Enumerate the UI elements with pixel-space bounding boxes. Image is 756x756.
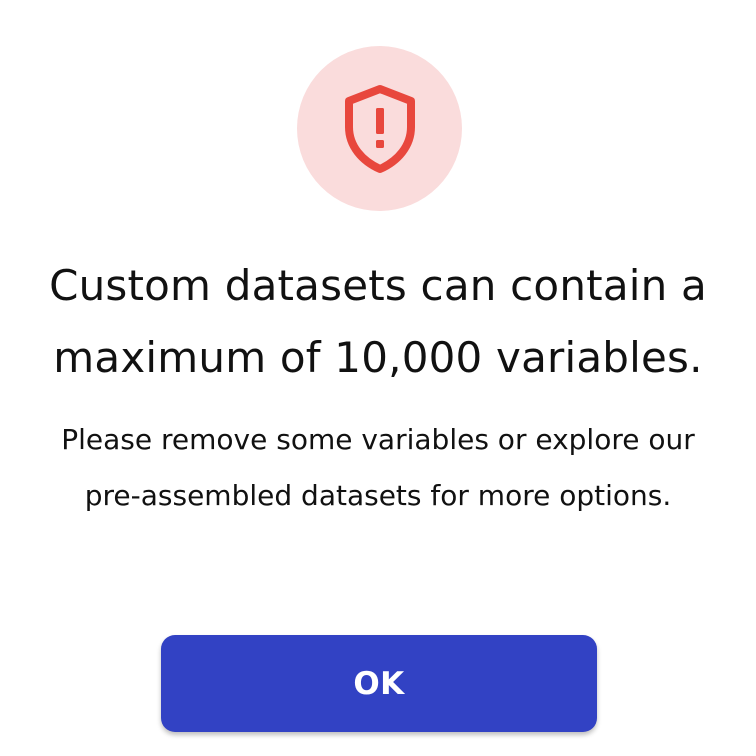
dialog-message-line-2: pre-assembled datasets for more options.: [84, 479, 672, 512]
dialog-title: Custom datasets can contain a maximum of…: [0, 250, 756, 394]
dialog-message: Please remove some variables or explore …: [0, 412, 756, 524]
dialog-title-line-2: maximum of 10,000 variables.: [53, 333, 703, 382]
exclamation-bar: [375, 107, 384, 134]
shield-alert-icon: [344, 84, 416, 174]
ok-button[interactable]: OK: [161, 635, 597, 732]
dialog-title-line-1: Custom datasets can contain a: [49, 261, 707, 310]
exclamation-dot: [375, 139, 384, 148]
warning-icon-badge: [297, 46, 462, 211]
dialog-message-line-1: Please remove some variables or explore …: [61, 423, 695, 456]
limit-dialog: Custom datasets can contain a maximum of…: [0, 0, 756, 756]
